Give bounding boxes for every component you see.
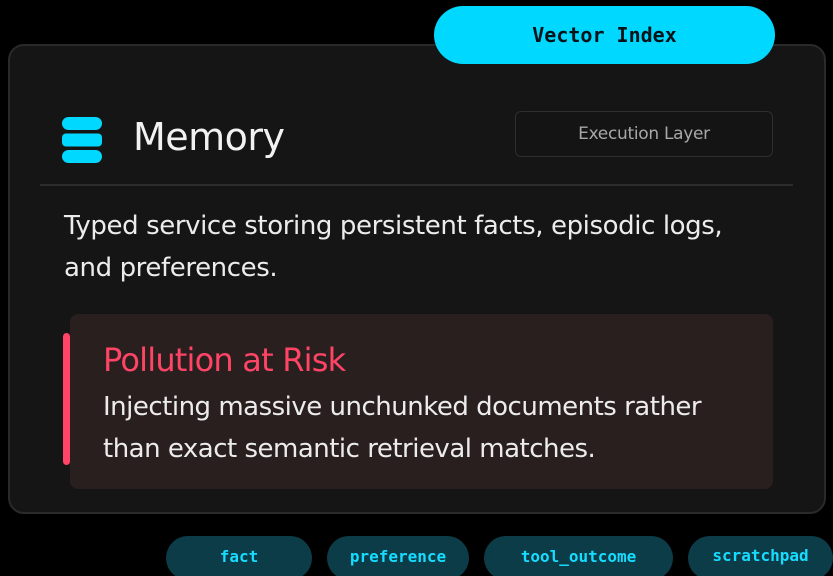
- tag-label: scratchpad: [712, 546, 809, 565]
- layer-badge: Execution Layer: [515, 111, 773, 157]
- tag-label: fact: [219, 546, 259, 566]
- tag-label: tool_outcome: [520, 546, 637, 566]
- risk-text: Injecting massive unchunked documents ra…: [103, 392, 702, 464]
- risk-title: Pollution at Risk: [103, 341, 346, 379]
- tag-fact[interactable]: fact: [166, 536, 312, 576]
- tag-tool-outcome[interactable]: tool_outcome: [484, 536, 673, 576]
- risk-accent-bar: [63, 333, 70, 465]
- tag-label: preference: [349, 546, 447, 566]
- tag-preference[interactable]: preference: [327, 536, 469, 576]
- card-description: Typed service storing persistent facts, …: [64, 211, 723, 283]
- header-divider: [40, 184, 793, 186]
- vector-index-label: Vector Index: [532, 23, 677, 47]
- card-title: Memory: [133, 115, 285, 159]
- database-icon: [62, 117, 102, 163]
- layer-badge-label: Execution Layer: [578, 124, 710, 144]
- tag-scratchpad[interactable]: scratchpad: [688, 536, 833, 576]
- vector-index-pill[interactable]: Vector Index: [434, 6, 775, 64]
